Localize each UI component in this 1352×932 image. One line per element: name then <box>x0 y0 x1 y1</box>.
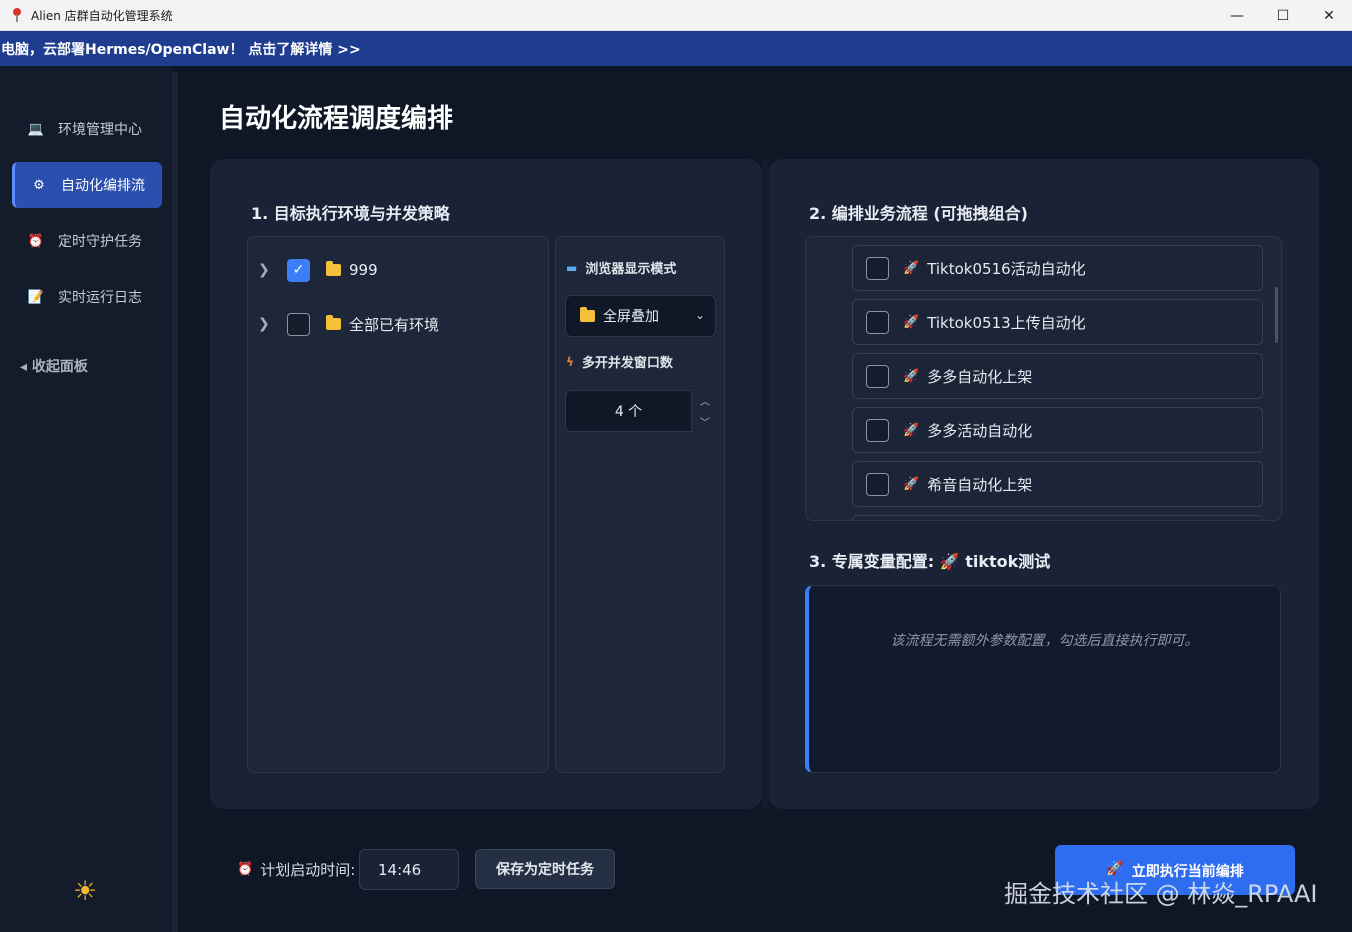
folder-icon <box>326 261 341 276</box>
sidebar-item-automation-flow[interactable]: ⚙ 自动化编排流 <box>12 162 162 208</box>
sidebar-item-label: 自动化编排流 <box>61 178 145 194</box>
flow-item-partial[interactable] <box>852 515 1263 520</box>
flow-item[interactable]: 🚀 多多活动自动化 <box>852 407 1263 453</box>
chevron-right-icon[interactable]: ❯ <box>258 262 272 278</box>
laptop-icon: 💻 <box>27 121 45 137</box>
lightning-icon: ϟ <box>566 354 574 369</box>
environment-tree: ❯ ✓ 999 ❯ 全部已有环境 <box>247 236 549 773</box>
gear-icon: ⚙ <box>33 177 45 193</box>
flow-checkbox[interactable] <box>866 256 889 280</box>
sidebar-item-runtime-log[interactable]: 📝 实时运行日志 <box>12 274 162 320</box>
variable-config-title: 3. 专属变量配置: 🚀 tiktok测试 <box>809 552 1051 571</box>
stepper-buttons: ︿ ﹀ <box>693 390 717 432</box>
save-scheduled-task-button[interactable]: 保存为定时任务 <box>475 849 615 889</box>
flow-item-label: 多多活动自动化 <box>927 421 1033 440</box>
chevron-right-icon[interactable]: ❯ <box>258 316 272 332</box>
collapse-panel-button[interactable]: ◂ 收起面板 <box>20 356 88 376</box>
flow-checkbox[interactable] <box>866 418 889 442</box>
monitor-icon: ▬ <box>566 260 578 275</box>
tree-row-label: 全部已有环境 <box>349 315 440 334</box>
tree-checkbox[interactable]: ✓ <box>287 258 310 282</box>
rocket-icon: 🚀 <box>903 260 920 276</box>
sidebar-item-environment[interactable]: 💻 环境管理中心 <box>12 106 162 152</box>
section-title: 1. 目标执行环境与并发策略 <box>251 204 450 223</box>
concurrency-label: ϟ 多开并发窗口数 <box>566 354 673 372</box>
section-title: 2. 编排业务流程 (可拖拽组合) <box>809 204 1028 223</box>
stepper-down-icon[interactable]: ﹀ <box>700 414 710 429</box>
tree-checkbox[interactable] <box>287 312 310 336</box>
card-splitter[interactable] <box>762 159 769 809</box>
sidebar-item-label: 实时运行日志 <box>58 290 142 306</box>
flow-list-scrollbar[interactable] <box>1275 287 1278 343</box>
concurrency-options-panel: ▬ 浏览器显示模式 全屏叠加 ⌄ ϟ 多开并发窗口数 4 个 ︿ ﹀ <box>555 236 725 773</box>
flow-checkbox[interactable] <box>866 472 889 496</box>
flow-item[interactable]: 🚀 Tiktok0513上传自动化 <box>852 299 1263 345</box>
flow-item-label: 多多自动化上架 <box>927 367 1033 386</box>
log-file-icon: 📝 <box>27 289 45 305</box>
display-mode-label: ▬ 浏览器显示模式 <box>566 260 677 278</box>
variable-config-panel: 该流程无需额外参数配置，勾选后直接执行即可。 <box>805 585 1281 773</box>
schedule-label: ⏰ 计划启动时间: <box>237 861 356 879</box>
concurrency-stepper[interactable]: 4 个 <box>565 390 692 432</box>
folder-icon <box>580 307 595 322</box>
minimize-button[interactable]: — <box>1214 0 1260 31</box>
sidebar-item-scheduled-tasks[interactable]: ⏰ 定时守护任务 <box>12 218 162 264</box>
flow-checkbox[interactable] <box>866 310 889 334</box>
folder-icon <box>326 315 341 330</box>
display-mode-value: 全屏叠加 <box>603 309 659 325</box>
stepper-up-icon[interactable]: ︿ <box>700 393 710 408</box>
promo-banner[interactable]: 电脑，云部署Hermes/OpenClaw！ 点击了解详情 >> <box>0 31 1352 66</box>
window-controls: — ☐ ✕ <box>1214 0 1352 31</box>
window-titlebar: Alien 店群自动化管理系统 — ☐ ✕ <box>0 0 1352 31</box>
sidebar-divider[interactable] <box>172 72 178 932</box>
flow-list: 🚀 Tiktok0516活动自动化 🚀 Tiktok0513上传自动化 🚀 多多… <box>805 236 1282 521</box>
promo-banner-text[interactable]: 电脑，云部署Hermes/OpenClaw！ 点击了解详情 >> <box>1 39 361 59</box>
close-button[interactable]: ✕ <box>1306 0 1352 31</box>
target-environment-card: 1. 目标执行环境与并发策略 ❯ ✓ 999 ❯ 全部已有环境 ▬ 浏览器显示模… <box>210 159 762 809</box>
flow-item[interactable]: 🚀 Tiktok0516活动自动化 <box>852 245 1263 291</box>
tree-row[interactable]: ❯ ✓ 999 <box>258 255 378 285</box>
chevron-down-icon: ⌄ <box>694 308 705 322</box>
flow-item[interactable]: 🚀 希音自动化上架 <box>852 461 1263 507</box>
display-mode-select[interactable]: 全屏叠加 ⌄ <box>565 295 716 337</box>
rocket-icon: 🚀 <box>903 368 920 384</box>
tree-row[interactable]: ❯ 全部已有环境 <box>258 309 439 339</box>
alarm-clock-icon: ⏰ <box>27 233 45 249</box>
variable-config-hint: 该流程无需额外参数配置，勾选后直接执行即可。 <box>890 633 1199 649</box>
sidebar-item-label: 定时守护任务 <box>58 234 142 250</box>
rocket-icon: 🚀 <box>903 422 920 438</box>
sidebar-item-label: 环境管理中心 <box>58 122 142 138</box>
schedule-time-input[interactable]: 14:46 <box>359 849 459 890</box>
rocket-icon: 🚀 <box>903 476 920 492</box>
flow-item-label: Tiktok0516活动自动化 <box>927 259 1086 278</box>
rocket-icon: 🚀 <box>903 314 920 330</box>
watermark: 掘金技术社区 @ 林焱_RPAAI <box>1004 880 1318 908</box>
flow-item-label: 希音自动化上架 <box>927 475 1033 494</box>
app-icon <box>11 8 23 22</box>
tree-row-label: 999 <box>349 261 378 279</box>
page-title: 自动化流程调度编排 <box>219 104 454 134</box>
maximize-button[interactable]: ☐ <box>1260 0 1306 31</box>
flow-item[interactable]: 🚀 多多自动化上架 <box>852 353 1263 399</box>
alarm-clock-icon: ⏰ <box>237 862 254 877</box>
flow-checkbox[interactable] <box>866 364 889 388</box>
concurrency-value: 4 个 <box>614 404 643 420</box>
flow-item-label: Tiktok0513上传自动化 <box>927 313 1086 332</box>
window-title: Alien 店群自动化管理系统 <box>31 8 173 23</box>
sun-icon[interactable]: ☀ <box>70 877 100 907</box>
